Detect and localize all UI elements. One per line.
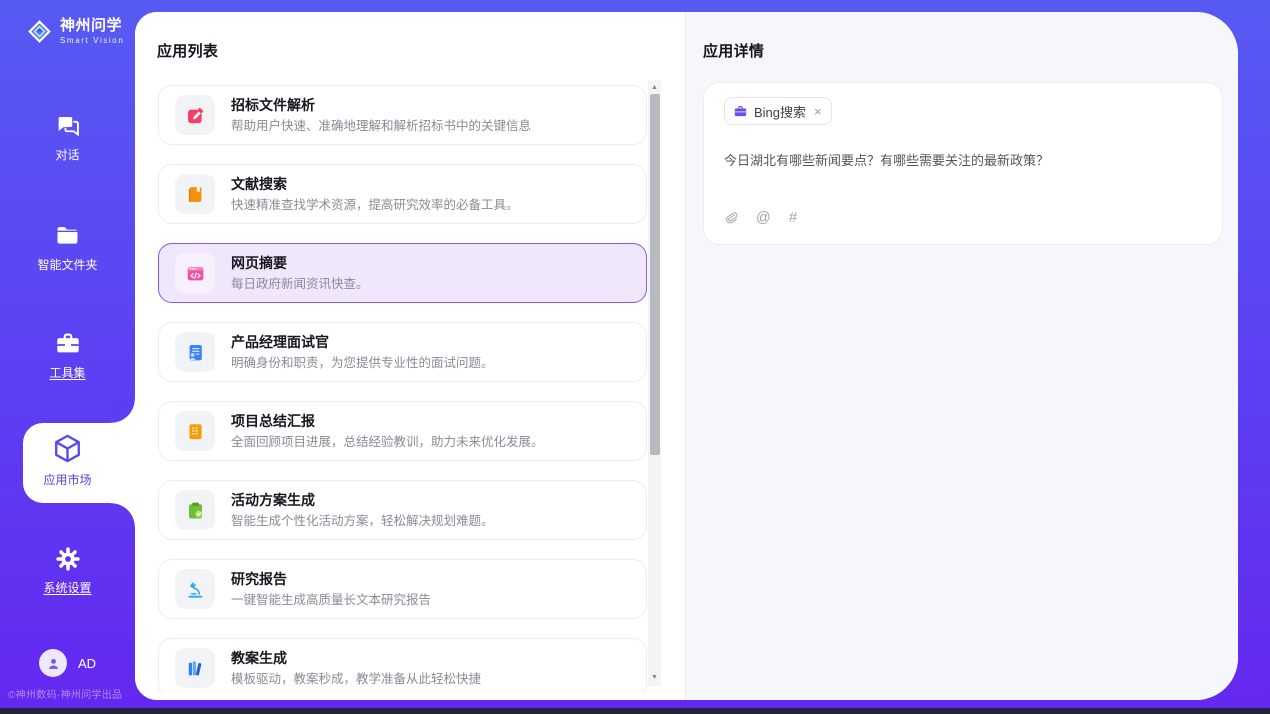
close-icon[interactable]: × [814,105,822,118]
app-card-title: 活动方案生成 [231,492,494,509]
app-icon-tile [175,174,215,214]
copyright-text: ©神州数码·神州问学出品 [8,686,135,701]
app-card[interactable]: 产品经理面试官 明确身份和职责，为您提供专业性的面试问题。 [158,322,647,382]
app-list: 招标文件解析 帮助用户快速、准确地理解和解析招标书中的关键信息 文献搜索 快速精… [158,85,647,692]
main-content: 应用列表 招标文件解析 帮助用户快速、准确地理解和解析招标书中的关键信息 文献搜… [135,12,1238,700]
app-card-description: 模板驱动，教案秒成，教学准备从此轻松快捷 [231,671,481,687]
sidebar-item-chat[interactable]: 对话 [0,112,135,163]
tool-tag-bing-search[interactable]: Bing搜索 × [724,97,832,125]
active-tab-curve-top [111,399,135,423]
tool-tag-label: Bing搜索 [754,102,806,121]
mention-icon[interactable]: @ [756,210,772,226]
interview-doc-icon [185,342,206,363]
app-card-title: 文献搜索 [231,176,519,193]
briefcase-icon [733,104,748,119]
cube-icon [51,432,84,465]
sidebar-item-label: 智能文件夹 [37,256,97,273]
clipboard-check-icon [185,500,206,521]
webpage-code-icon [185,263,206,284]
scrollbar-up-icon[interactable]: ▲ [648,82,661,94]
app-list-panel: 应用列表 招标文件解析 帮助用户快速、准确地理解和解析招标书中的关键信息 文献搜… [135,12,685,700]
sidebar-item-tools[interactable]: 工具集 [0,330,135,381]
chat-icon [54,112,82,140]
prompt-toolbar: @# [723,210,805,226]
app-card-title: 招标文件解析 [231,97,531,114]
folder-icon [54,222,82,250]
app-detail-panel: 应用详情 Bing搜索 × 今日湖北有哪些新闻要点？有哪些需要关注的最新政策？ … [685,12,1238,700]
app-card[interactable]: 网页摘要 每日政府新闻资讯快查。 [158,243,647,303]
app-card-title: 研究报告 [231,571,431,588]
app-card[interactable]: 项目总结汇报 全面回顾项目进展，总结经验教训，助力未来优化发展。 [158,401,647,461]
scrollbar-down-icon[interactable]: ▼ [648,672,661,684]
app-card-description: 智能生成个性化活动方案，轻松解决规划难题。 [231,513,494,529]
sidebar-item-folders[interactable]: 智能文件夹 [0,222,135,273]
active-tab-curve-bottom [111,503,135,527]
app-icon-tile [175,95,215,135]
scrollbar-track[interactable]: ▲ ▼ [648,80,661,686]
app-card-description: 每日政府新闻资讯快查。 [231,276,369,292]
prompt-card[interactable]: Bing搜索 × 今日湖北有哪些新闻要点？有哪些需要关注的最新政策？ @# [703,82,1223,245]
toolbox-icon [54,330,82,358]
sidebar-item-market[interactable]: 应用市场 [0,432,135,488]
app-card-title: 产品经理面试官 [231,334,494,351]
app-card-title: 项目总结汇报 [231,413,544,430]
prompt-input[interactable]: 今日湖北有哪些新闻要点？有哪些需要关注的最新政策？ [724,152,1202,170]
summary-doc-icon [185,421,206,442]
paperclip-icon[interactable] [723,210,739,226]
app-card[interactable]: 文献搜索 快速精准查找学术资源，提高研究效率的必备工具。 [158,164,647,224]
app-card[interactable]: 研究报告 一键智能生成高质量长文本研究报告 [158,559,647,619]
app-icon-tile [175,332,215,372]
app-icon-tile [175,648,215,688]
app-list-title: 应用列表 [157,40,218,61]
sidebar-item-label: 系统设置 [43,579,91,596]
app-card-description: 全面回顾项目进展，总结经验教训，助力未来优化发展。 [231,434,544,450]
app-icon-tile [175,411,215,451]
logo-subtitle: Smart Vision [60,36,124,45]
app-logo: 神州问学 Smart Vision [24,16,124,47]
diamond-logo-icon [24,16,55,47]
edit-doc-icon [185,105,206,126]
app-card[interactable]: 活动方案生成 智能生成个性化活动方案，轻松解决规划难题。 [158,480,647,540]
app-card[interactable]: 招标文件解析 帮助用户快速、准确地理解和解析招标书中的关键信息 [158,85,647,145]
microscope-icon [185,579,206,600]
book-icon [185,184,206,205]
app-card-description: 明确身份和职责，为您提供专业性的面试问题。 [231,355,494,371]
app-card-title: 网页摘要 [231,255,369,272]
logo-title: 神州问学 [60,18,124,34]
app-card-description: 一键智能生成高质量长文本研究报告 [231,592,431,608]
app-card[interactable]: 教案生成 模板驱动，教案秒成，教学准备从此轻松快捷 [158,638,647,692]
sidebar-item-label: 工具集 [49,364,85,381]
user-account[interactable]: AD [39,649,96,677]
gear-icon [54,545,82,573]
sidebar: 神州问学 Smart Vision 对话 智能文件夹 工具集 应用市场 系统设置… [0,0,135,708]
sidebar-item-settings[interactable]: 系统设置 [0,545,135,596]
hash-icon[interactable]: # [789,210,805,226]
app-icon-tile [175,569,215,609]
app-list-viewport: 招标文件解析 帮助用户快速、准确地理解和解析招标书中的关键信息 文献搜索 快速精… [135,80,685,692]
app-icon-tile [175,253,215,293]
app-card-description: 帮助用户快速、准确地理解和解析招标书中的关键信息 [231,118,531,134]
avatar [39,649,67,677]
app-card-description: 快速精准查找学术资源，提高研究效率的必备工具。 [231,197,519,213]
sidebar-item-label: 应用市场 [43,471,91,488]
app-card-title: 教案生成 [231,650,481,667]
scrollbar-thumb[interactable] [650,94,660,455]
app-icon-tile [175,490,215,530]
app-detail-title: 应用详情 [703,40,764,61]
user-initials: AD [78,656,96,671]
sidebar-item-label: 对话 [55,146,79,163]
books-icon [185,658,206,679]
